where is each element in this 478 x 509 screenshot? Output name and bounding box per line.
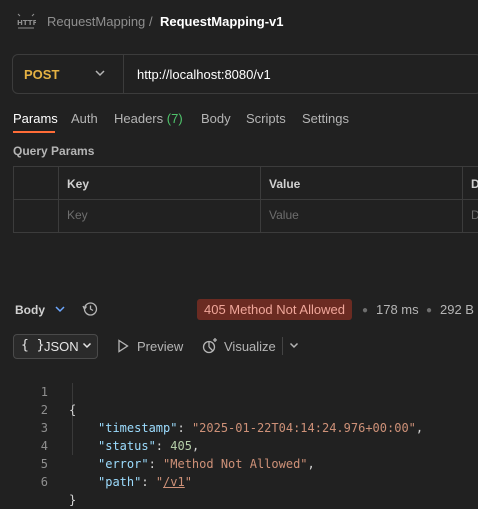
response-body-dropdown[interactable]: Body <box>15 303 45 317</box>
status-badge[interactable]: 405 Method Not Allowed <box>197 299 352 320</box>
column-header-value: Value <box>269 177 301 191</box>
divider <box>123 55 124 93</box>
http-request-icon: HTTP <box>17 13 36 29</box>
separator-dot: ● <box>362 305 369 316</box>
separator-dot: ● <box>426 305 433 316</box>
key-input[interactable]: Key <box>67 208 88 222</box>
code-text: "path": "/v1" <box>98 473 192 491</box>
column-header-key: Key <box>67 177 90 191</box>
description-input[interactable]: D <box>471 208 478 222</box>
tab-params[interactable]: Params <box>13 111 58 126</box>
tab-scripts[interactable]: Scripts <box>246 111 286 126</box>
code-text: } <box>69 493 77 507</box>
svg-text:HTTP: HTTP <box>17 19 36 27</box>
json-key: "path" <box>98 475 142 489</box>
code-line: 2 "timestamp": "2025-01-22T04:14:24.976+… <box>0 383 478 435</box>
divider <box>282 337 283 355</box>
json-path-link[interactable]: /v1 <box>163 475 185 489</box>
code-line: 1 { <box>0 365 478 417</box>
tab-headers[interactable]: Headers (7) <box>114 111 183 126</box>
breadcrumb-parent[interactable]: RequestMapping <box>47 14 145 29</box>
json-quote: " <box>155 475 164 489</box>
response-time[interactable]: 178 ms <box>376 302 419 317</box>
table-col-divider <box>462 166 463 233</box>
tab-headers-label: Headers <box>114 111 164 126</box>
chevron-down-icon[interactable] <box>94 69 106 77</box>
preview-button[interactable]: Preview <box>137 339 183 354</box>
tab-body[interactable]: Body <box>201 111 231 126</box>
breadcrumb-separator: / <box>149 14 153 29</box>
code-line: 5 "path": "/v1" <box>0 437 478 489</box>
chevron-down-icon[interactable] <box>54 305 66 313</box>
code-line: 4 "error": "Method Not Allowed", <box>0 419 478 471</box>
table-col-divider <box>58 166 59 233</box>
column-header-description: D <box>471 177 478 191</box>
play-icon[interactable] <box>117 339 129 353</box>
format-label: JSON <box>44 339 79 354</box>
section-title: Query Params <box>13 144 95 158</box>
braces-icon: { } <box>21 338 45 353</box>
method-select[interactable]: POST <box>24 67 59 82</box>
response-size[interactable]: 292 B <box>440 302 474 317</box>
breadcrumb-current[interactable]: RequestMapping-v1 <box>160 14 284 29</box>
visualize-icon[interactable] <box>202 338 218 354</box>
visualize-button[interactable]: Visualize <box>224 339 276 354</box>
headers-count: (7) <box>166 111 183 126</box>
chevron-down-icon <box>82 342 92 349</box>
table-col-divider <box>260 166 261 233</box>
code-line: 3 "status": 405, <box>0 401 478 453</box>
url-input[interactable]: http://localhost:8080/v1 <box>137 67 271 82</box>
chevron-down-icon[interactable] <box>289 342 299 349</box>
history-icon[interactable] <box>82 301 98 317</box>
json-quote: " <box>184 475 192 489</box>
value-input[interactable]: Value <box>269 208 299 222</box>
tab-auth[interactable]: Auth <box>71 111 98 126</box>
active-tab-indicator <box>13 131 55 133</box>
json-colon: : <box>141 475 156 489</box>
line-number: 6 <box>40 475 48 489</box>
table-row-divider <box>13 199 478 200</box>
code-line: 6 } <box>0 455 478 507</box>
tab-settings[interactable]: Settings <box>302 111 349 126</box>
